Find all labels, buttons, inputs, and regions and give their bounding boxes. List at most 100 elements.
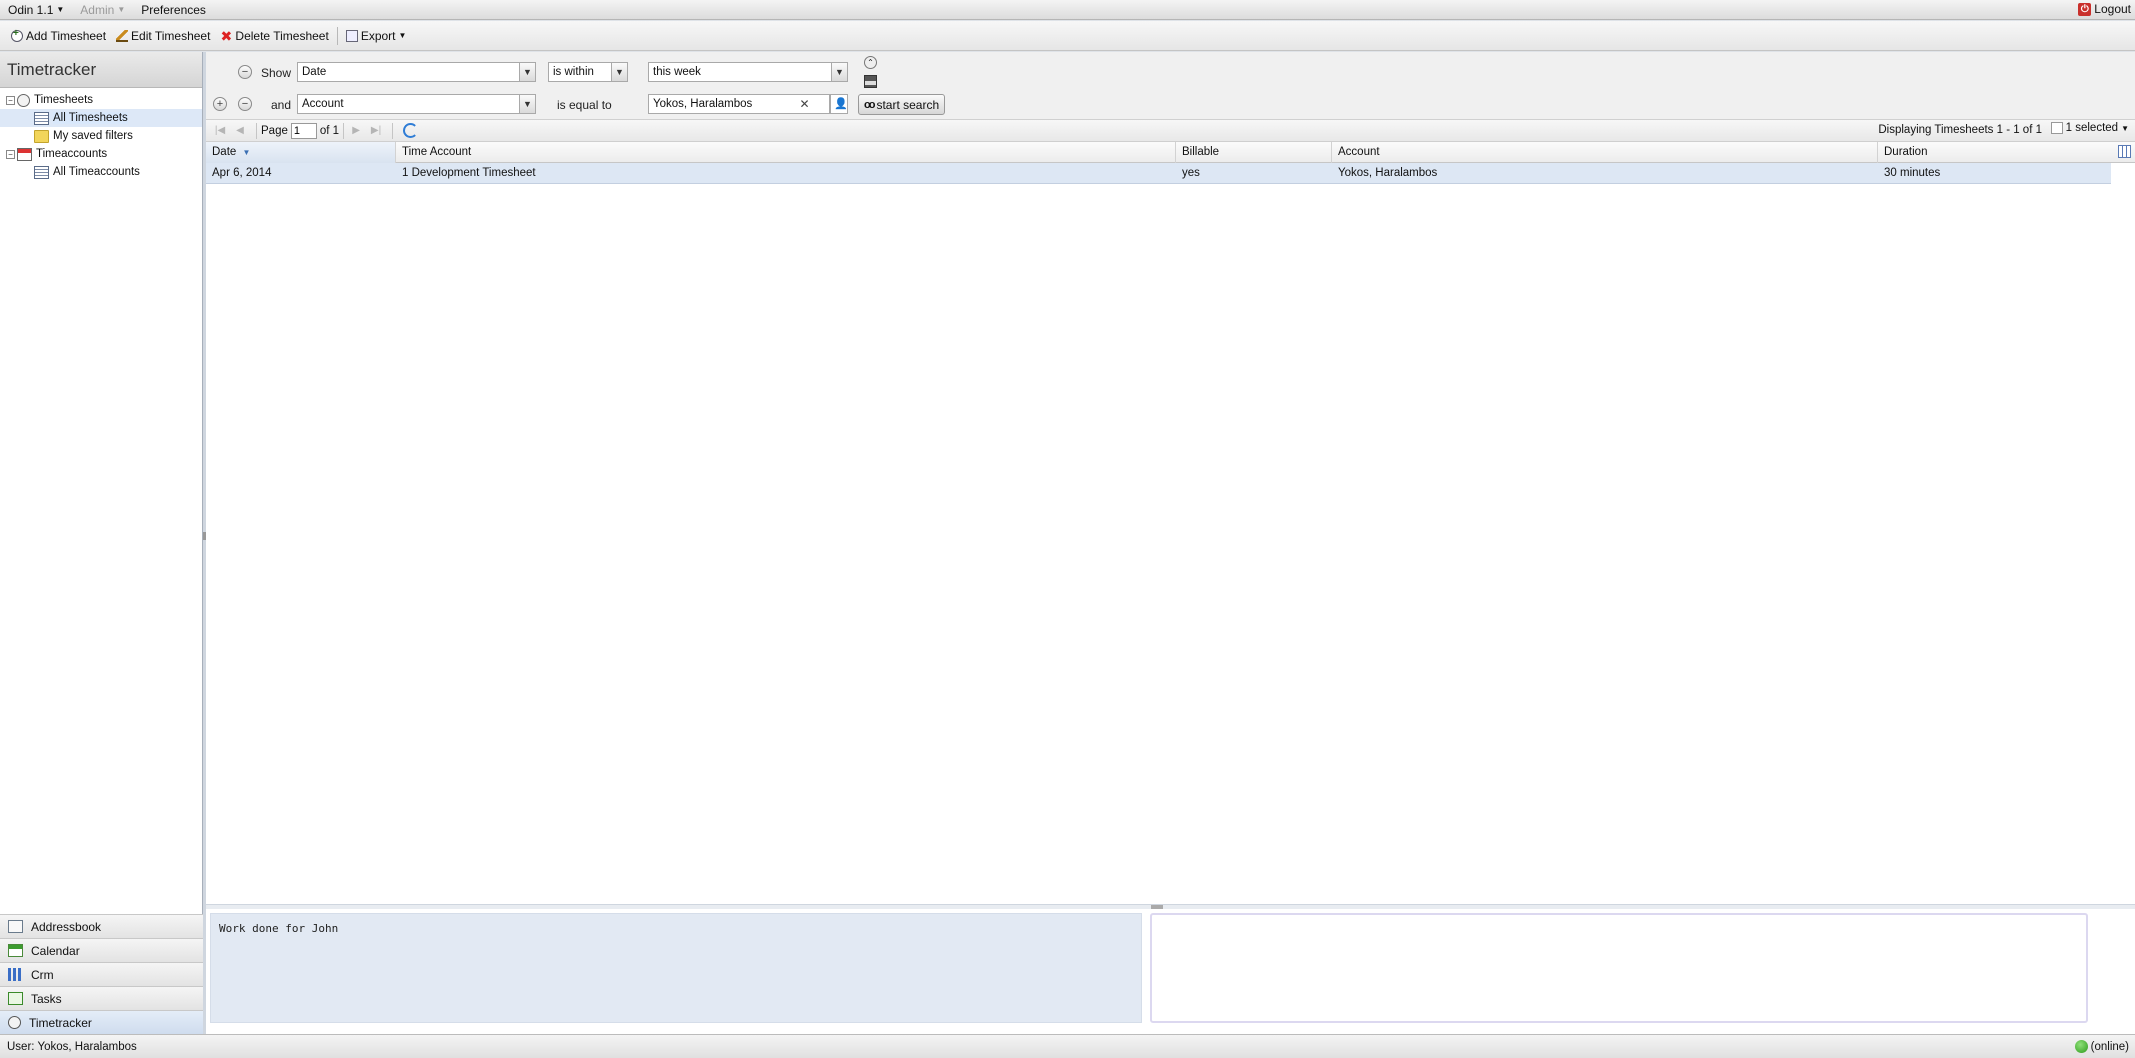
table-row[interactable]: Apr 6, 2014 1 Development Timesheet yes … [206, 163, 2111, 184]
module-tasks[interactable]: Tasks [0, 986, 203, 1010]
timesheets-clock-icon [17, 93, 30, 107]
action-toolbar: Add Timesheet Edit Timesheet ✖ Delete Ti… [0, 21, 2135, 51]
dropdown-arrow-icon[interactable]: ▼ [519, 62, 536, 82]
column-header-billable[interactable]: Billable [1176, 142, 1332, 163]
details-secondary-box [1150, 913, 2088, 1023]
export-icon [345, 29, 358, 42]
main-panel: − Show Date ▼ is within ▼ this week ▼ ⌃ … [206, 52, 2135, 1034]
add-filter-icon[interactable]: + [213, 97, 227, 111]
add-timesheet-button[interactable]: Add Timesheet [6, 25, 111, 47]
tree-node-all-timeaccounts[interactable]: All Timeaccounts [0, 163, 202, 181]
module-label: Timetracker [29, 1015, 92, 1030]
module-timetracker[interactable]: Timetracker [0, 1010, 203, 1034]
preferences-menu[interactable]: Preferences [133, 3, 214, 17]
details-panel: Work done for John [206, 909, 2135, 1033]
contact-picker-button[interactable]: 👤 [830, 94, 848, 114]
description-box: Work done for John [210, 913, 1142, 1023]
first-page-icon[interactable]: |◀ [212, 123, 228, 139]
menubar: Odin 1.1 ▼ Admin ▼ Preferences ⏻ Logout [0, 0, 2135, 20]
module-calendar[interactable]: Calendar [0, 938, 203, 962]
next-page-icon[interactable]: ▶ [348, 123, 364, 139]
collapse-icon[interactable]: − [6, 95, 15, 105]
app-menu-label: Odin 1.1 [8, 2, 54, 17]
tree-label-timesheets: Timesheets [34, 94, 94, 106]
addressbook-icon [8, 920, 23, 933]
admin-menu-label: Admin [80, 2, 115, 17]
sidebar: Timetracker − Timesheets All Timesheets … [0, 52, 203, 1034]
timeaccounts-icon [17, 147, 32, 161]
online-status-icon [2074, 1040, 2088, 1053]
dropdown-arrow-icon[interactable]: ▼ [519, 94, 536, 114]
module-label: Tasks [31, 991, 62, 1006]
remove-filter-icon[interactable]: − [238, 65, 252, 79]
filter-row1-field[interactable]: Date ▼ [297, 62, 536, 82]
filter-row2-value-text: Yokos, Haralambos [653, 98, 753, 110]
column-chooser-icon[interactable] [2118, 145, 2131, 158]
delete-timesheet-label: Delete Timesheet [235, 28, 329, 43]
caret-down-icon: ▼ [117, 5, 126, 14]
tree-node-timeaccounts[interactable]: − Timeaccounts [0, 145, 202, 163]
caret-down-icon: ▼ [56, 5, 65, 14]
filter-row1-label: Show [261, 66, 292, 80]
app-menu[interactable]: Odin 1.1 ▼ [0, 3, 72, 17]
tasks-check-icon [8, 992, 23, 1005]
cell-time-account: 1 Development Timesheet [402, 167, 536, 179]
selection-button[interactable]: 1 selected ▼ [2050, 122, 2129, 134]
module-crm[interactable]: Crm [0, 962, 203, 986]
export-label: Export [360, 28, 396, 43]
filter-row2-label: and [271, 98, 292, 112]
delete-x-icon: ✖ [220, 27, 233, 44]
add-clock-icon [11, 28, 23, 42]
tree-node-saved-filters[interactable]: My saved filters [0, 127, 202, 145]
start-search-button[interactable]: oo start search [858, 94, 946, 115]
column-header-label: Duration [1884, 146, 1928, 158]
column-header-label: Date [212, 146, 237, 158]
page-number-input[interactable] [290, 122, 317, 139]
export-button[interactable]: Export ▼ [341, 25, 412, 47]
filter-row1-field-value: Date [302, 66, 327, 78]
folder-icon [34, 129, 49, 143]
person-icon: 👤 [834, 98, 848, 110]
binoculars-icon: oo [864, 98, 876, 111]
add-timesheet-label: Add Timesheet [26, 28, 107, 43]
tree-node-timesheets[interactable]: − Timesheets [0, 91, 202, 109]
prev-page-icon[interactable]: ◀ [232, 123, 248, 139]
filter-row1-value[interactable]: this week ▼ [648, 62, 848, 82]
last-page-icon[interactable]: ▶| [368, 123, 384, 139]
dropdown-arrow-icon[interactable]: ▼ [831, 62, 848, 82]
logout-button[interactable]: ⏻ Logout [2078, 2, 2131, 16]
logout-label: Logout [2094, 2, 2131, 16]
remove-filter-icon[interactable]: − [238, 97, 252, 111]
filter-row1-operator-value: is within [553, 66, 594, 78]
filter-row2-value[interactable]: Yokos, Haralambos ✕ [648, 94, 830, 114]
save-filter-icon[interactable] [864, 75, 877, 88]
module-switcher: Addressbook Calendar Crm Tasks Timetrack… [0, 914, 203, 1034]
collapse-icon[interactable]: − [6, 149, 15, 159]
list-icon [34, 111, 49, 125]
sort-desc-icon: ▼ [242, 148, 251, 157]
column-header-time-account[interactable]: Time Account [396, 142, 1176, 163]
connection-status: (online) [2074, 1040, 2129, 1053]
paging-separator [256, 122, 257, 139]
current-user: User: Yokos, Haralambos [7, 1040, 137, 1053]
module-label: Crm [31, 967, 54, 982]
collapse-filter-icon[interactable]: ⌃ [864, 56, 877, 69]
module-addressbook[interactable]: Addressbook [0, 914, 203, 938]
column-header-date[interactable]: Date ▼ [206, 142, 396, 163]
filter-row1-operator[interactable]: is within ▼ [548, 62, 628, 82]
column-header-duration[interactable]: Duration [1878, 142, 2111, 163]
cell-account: Yokos, Haralambos [1338, 167, 1438, 179]
filter-row2-field[interactable]: Account ▼ [297, 94, 536, 114]
edit-timesheet-button[interactable]: Edit Timesheet [111, 25, 215, 47]
tree-label-all-timeaccounts: All Timeaccounts [53, 166, 140, 178]
tree-label-timeaccounts: Timeaccounts [36, 148, 108, 160]
clear-icon[interactable]: ✕ [797, 95, 812, 113]
admin-menu[interactable]: Admin ▼ [72, 3, 133, 17]
delete-timesheet-button[interactable]: ✖ Delete Timesheet [215, 25, 333, 47]
status-bar: User: Yokos, Haralambos (online) [0, 1034, 2135, 1058]
refresh-icon[interactable] [403, 123, 419, 138]
tree-node-all-timesheets[interactable]: All Timesheets [0, 109, 202, 127]
column-header-account[interactable]: Account [1332, 142, 1878, 163]
dropdown-arrow-icon[interactable]: ▼ [611, 62, 628, 82]
pencil-icon [116, 29, 129, 42]
